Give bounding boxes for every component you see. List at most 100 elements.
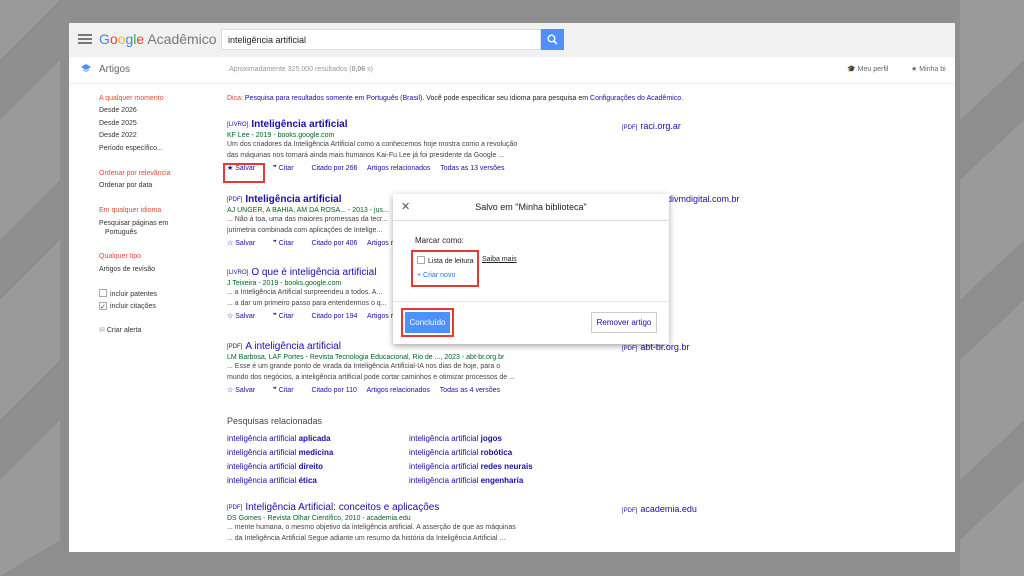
- related-link[interactable]: inteligência artificial jogos: [409, 434, 502, 443]
- include-patents[interactable]: incluir patentes: [99, 289, 157, 299]
- filter-since-2026[interactable]: Desde 2026: [99, 106, 137, 115]
- save-button[interactable]: ☆ Salvar: [227, 240, 263, 247]
- cited-by-link[interactable]: Citado por 266: [311, 165, 357, 172]
- cited-by-link[interactable]: Citado por 110: [311, 387, 356, 394]
- filter-since-2025[interactable]: Desde 2025: [99, 119, 137, 128]
- section-title[interactable]: Artigos: [99, 64, 130, 75]
- related-term: medicina: [298, 448, 334, 457]
- tip-line: Dica: Pesquisa para resultados somente e…: [227, 95, 683, 102]
- learn-more-link[interactable]: Saiba mais: [482, 256, 517, 263]
- patents-label: incluir patentes: [110, 291, 158, 298]
- related-link[interactable]: inteligência artificial engenharia: [409, 476, 523, 485]
- result-item: [PDF] A inteligência artificial LM Barbos…: [227, 341, 557, 394]
- create-alert[interactable]: ✉ Criar alerta: [99, 326, 141, 335]
- result-title-text: Inteligência Artificial: conceitos e apl…: [245, 502, 440, 513]
- type-any[interactable]: Qualquer tipo: [99, 252, 141, 261]
- results-count: Aproximadamente 325.000 resultados (0,06…: [229, 66, 373, 73]
- related-link[interactable]: inteligência artificial direito: [227, 462, 323, 471]
- include-citations[interactable]: ✓ incluir citações: [99, 302, 156, 311]
- sort-relevance[interactable]: Ordenar por relevância: [99, 169, 171, 178]
- result-pdf-link[interactable]: [PDF] academia.edu: [622, 504, 697, 514]
- result-snippet: ... da Inteligência Artificial Segue adi…: [227, 535, 506, 542]
- cite-button[interactable]: ❞ Citar: [273, 313, 302, 320]
- cite-button[interactable]: ❞ Citar: [273, 387, 302, 394]
- related-link[interactable]: inteligência artificial ética: [227, 476, 317, 485]
- cite-label: Citar: [278, 165, 294, 172]
- related-base: inteligência artificial: [227, 434, 297, 443]
- result-title-text: Inteligência artificial: [251, 119, 348, 130]
- save-button[interactable]: ☆ Salvar: [227, 313, 263, 320]
- result-pdf-link[interactable]: [PDF] raci.org.ar: [622, 121, 681, 131]
- cite-button[interactable]: ❞ Citar: [273, 240, 302, 247]
- related-articles-link[interactable]: Artigos relacionados: [366, 387, 429, 394]
- related-base: inteligência artificial: [409, 448, 479, 457]
- related-articles-link[interactable]: Artigos relacionados: [367, 165, 430, 172]
- sort-date[interactable]: Ordenar por data: [99, 181, 152, 190]
- citations-checkbox[interactable]: ✓: [99, 302, 107, 311]
- versions-link[interactable]: Todas as 13 versões: [440, 165, 504, 172]
- result-title-text: O que é inteligência artificial: [251, 267, 377, 278]
- related-base: inteligência artificial: [409, 462, 479, 471]
- save-label: Salvar: [235, 313, 256, 320]
- result-meta: KF Lee - 2019 - books.google.com: [227, 132, 335, 139]
- cite-label: Citar: [278, 313, 294, 320]
- dialog-header: ✕ Salvo em "Minha biblioteca": [393, 194, 669, 221]
- filter-specific-period[interactable]: Período específico...: [99, 144, 163, 153]
- mark-as-label: Marcar como:: [415, 236, 464, 245]
- saved-dialog: ✕ Salvo em "Minha biblioteca" Marcar com…: [393, 194, 669, 344]
- search-icon: [547, 34, 558, 45]
- hamburger-menu-icon[interactable]: [78, 34, 92, 44]
- lang-pt-line1[interactable]: Pesquisar páginas em: [99, 219, 168, 228]
- result-tag: [LIVRO]: [227, 270, 249, 276]
- result-title[interactable]: [LIVRO] Inteligência artificial: [227, 119, 557, 130]
- search-button[interactable]: [541, 29, 564, 50]
- tip-lang-link[interactable]: Pesquisa para resultados somente em Port…: [245, 95, 422, 102]
- result-side-link[interactable]: divmdigital.com.br: [667, 194, 740, 204]
- versions-link[interactable]: Todas as 4 versões: [440, 387, 500, 394]
- save-button[interactable]: ☆ Salvar: [227, 387, 263, 394]
- related-heading: Pesquisas relacionadas: [227, 416, 323, 426]
- cite-label: Citar: [278, 240, 294, 247]
- result-actions: ★ Salvar ❞ Citar Citado por 266 Artigos …: [227, 164, 557, 172]
- filter-since-2022[interactable]: Desde 2022: [99, 131, 137, 140]
- result-meta: DS Gomes - Revista Olhar Científico, 201…: [227, 515, 411, 522]
- search-input[interactable]: inteligência artificial: [221, 29, 541, 50]
- result-snippet: ... mente humana, o mesmo objetivo da in…: [227, 524, 516, 531]
- related-link[interactable]: inteligência artificial robótica: [409, 448, 512, 457]
- type-review[interactable]: Artigos de revisão: [99, 265, 155, 274]
- related-term: ética: [298, 476, 317, 485]
- result-title[interactable]: [PDF] Inteligência Artificial: conceitos …: [227, 502, 557, 513]
- result-snippet: Um dos criadores da Inteligência Artific…: [227, 141, 518, 148]
- cite-button[interactable]: ❞ Citar: [273, 165, 302, 172]
- my-library-link[interactable]: ★ Minha bi: [911, 65, 946, 73]
- lang-any[interactable]: Em qualquer idioma: [99, 206, 161, 215]
- related-link[interactable]: inteligência artificial medicina: [227, 448, 333, 457]
- create-alert-label: Criar alerta: [106, 327, 142, 334]
- remove-article-button[interactable]: Remover artigo: [591, 312, 657, 333]
- my-profile-link[interactable]: 🎓 Meu perfil: [847, 65, 888, 73]
- pdf-tag: [PDF]: [622, 508, 638, 514]
- dialog-divider: [393, 301, 669, 302]
- result-item: [LIVRO] Inteligência artificial KF Lee - …: [227, 119, 557, 172]
- related-term: aplicada: [298, 434, 331, 443]
- patents-checkbox[interactable]: [99, 289, 107, 297]
- cited-by-link[interactable]: Citado por 194: [311, 313, 357, 320]
- result-actions: ☆ Salvar ❞ Citar Citado por 110 Artigos …: [227, 386, 557, 394]
- filter-any-time[interactable]: A qualquer momento: [99, 94, 164, 103]
- lang-pt-line2[interactable]: Português: [105, 228, 137, 237]
- related-base: inteligência artificial: [409, 434, 479, 443]
- cited-by-link[interactable]: Citado por 406: [311, 240, 357, 247]
- related-link[interactable]: inteligência artificial aplicada: [227, 434, 331, 443]
- related-term: redes neurais: [480, 462, 533, 471]
- related-base: inteligência artificial: [409, 476, 479, 485]
- result-snippet: das máquinas nos tornará ainda mais huma…: [227, 152, 505, 159]
- logo[interactable]: Google Acadêmico: [99, 31, 217, 47]
- tip-settings-link[interactable]: Configurações do Acadêmico: [590, 95, 681, 102]
- result-tag: [PDF]: [227, 197, 243, 203]
- label-highlight-box: [411, 250, 479, 287]
- related-link[interactable]: inteligência artificial redes neurais: [409, 462, 533, 471]
- save-label: Salvar: [235, 240, 256, 247]
- related-base: inteligência artificial: [227, 476, 297, 485]
- cite-label: Citar: [278, 387, 294, 394]
- tip-suffix: .: [681, 95, 684, 102]
